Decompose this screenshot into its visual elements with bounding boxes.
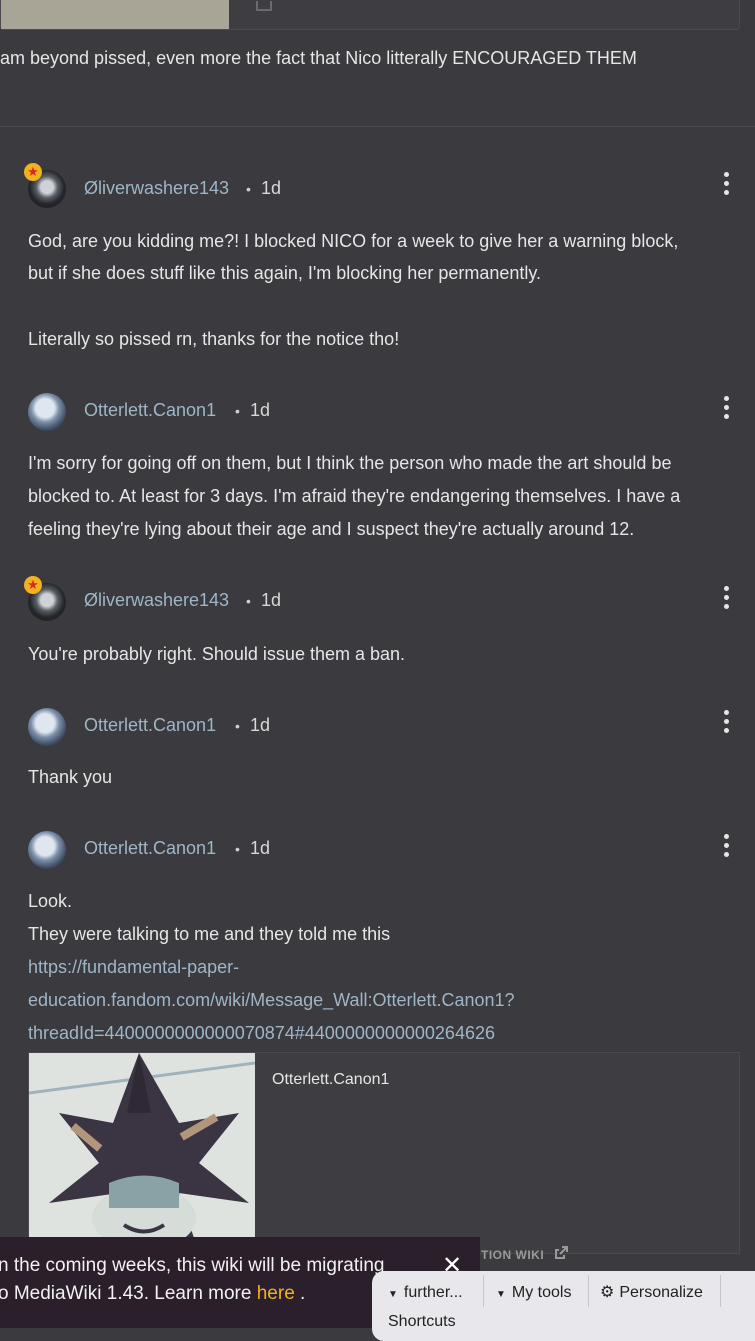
previous-post-image[interactable] [1,0,229,29]
chevron-down-icon: ▼ [496,1289,506,1300]
comment-line: God, are you kidding me?! I blocked NICO… [28,231,679,251]
comment-username[interactable]: Otterlett.Canon1 [84,715,216,736]
avatar[interactable] [28,393,66,431]
toolbar-divider [588,1275,589,1307]
learn-more-link[interactable]: here [257,1283,295,1304]
separator-dot: • [246,593,251,609]
chevron-down-icon: ▼ [388,1289,398,1300]
preview-site-label: TION WIKI [481,1248,545,1262]
personalize-label: Personalize [619,1284,703,1301]
more-options-icon[interactable] [724,834,730,858]
comment-line: They were talking to me and they told me… [28,924,391,944]
comment-time[interactable]: 1d [250,838,270,859]
post-body-text: am beyond pissed, even more the fact tha… [0,48,637,68]
comment-line: Literally so pissed rn, thanks for the n… [28,329,400,349]
comment-line: feeling they're lying about their age an… [28,519,635,539]
star-badge-icon: ★ [24,576,42,594]
comment-time[interactable]: 1d [250,715,270,736]
preview-site-name: TION WIKI [481,1246,569,1262]
comment-username[interactable]: Øliverwashere143 [84,590,229,611]
more-options-icon[interactable] [724,396,730,420]
external-link-icon[interactable] [256,1,272,11]
further-dropdown[interactable]: ▼ further... [388,1277,463,1309]
external-link-icon [555,1246,569,1259]
separator-dot: • [235,403,240,419]
comment-line: Thank you [28,767,113,787]
message-wall-link[interactable]: threadId=4400000000000070874#44000000000… [28,1017,495,1050]
avatar[interactable] [28,708,66,746]
banner-text: n the coming weeks, this wiki will be mi… [0,1252,385,1308]
personalize-button[interactable]: ⚙ Personalize [600,1277,703,1309]
comment-username[interactable]: Otterlett.Canon1 [84,838,216,859]
gear-icon: ⚙ [600,1284,615,1301]
my-tools-label: My tools [511,1284,572,1301]
toolbar-divider [720,1275,721,1307]
toolbar-divider [483,1275,484,1307]
message-wall-link[interactable]: https://fundamental-paper- [28,951,239,984]
previous-post-card [0,0,740,30]
comment-time[interactable]: 1d [261,178,281,199]
separator-dot: • [235,841,240,857]
comment-line: but if she does stuff like this again, I… [28,263,542,283]
comment-line: Look. [28,891,73,911]
star-badge-icon: ★ [24,163,42,181]
separator-dot: • [246,181,251,197]
banner-line: n the coming weeks, this wiki will be mi… [0,1255,385,1276]
preview-thumbnail[interactable] [29,1053,255,1253]
comment-line: blocked to. At least for 3 days. I'm afr… [28,486,681,506]
more-options-icon[interactable] [724,586,730,610]
comment-username[interactable]: Øliverwashere143 [84,178,229,199]
banner-line-prefix: o MediaWiki 1.43. Learn more [0,1283,257,1304]
shortcuts-button[interactable]: Shortcuts [388,1311,456,1333]
further-label: further... [403,1284,463,1301]
my-tools-dropdown[interactable]: ▼ My tools [496,1277,571,1309]
separator-dot: • [235,718,240,734]
comment-time[interactable]: 1d [250,400,270,421]
more-options-icon[interactable] [724,710,730,734]
banner-line: o MediaWiki 1.43. Learn more here . [0,1280,385,1308]
more-options-icon[interactable] [724,172,730,196]
banner-line-suffix: . [294,1283,306,1304]
bottom-toolbar: ▼ further... ▼ My tools ⚙ Personalize Short… [372,1271,755,1341]
preview-title[interactable]: Otterlett.Canon1 [272,1071,389,1089]
message-wall-link[interactable]: education.fandom.com/wiki/Message_Wall:O… [28,984,515,1017]
link-preview-card[interactable]: Otterlett.Canon1 TION WIKI [28,1052,740,1262]
comment-line: I'm sorry for going off on them, but I t… [28,453,672,473]
comment-line: You're probably right. Should issue them… [28,644,406,664]
comment-time[interactable]: 1d [261,590,281,611]
section-divider [0,126,755,127]
comment-username[interactable]: Otterlett.Canon1 [84,400,216,421]
avatar[interactable] [28,831,66,869]
